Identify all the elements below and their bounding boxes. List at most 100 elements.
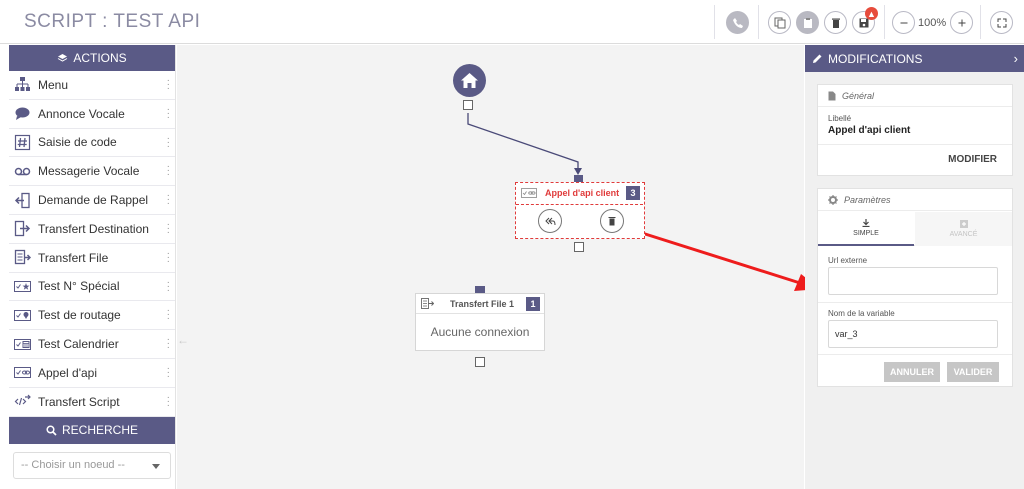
general-card: Général Libellé Appel d'api client MODIF… [817,84,1013,176]
tab-advanced[interactable]: AVANCÉ [915,212,1012,246]
sidebar-item-label: Transfert Destination [38,221,149,236]
input-port[interactable] [574,175,583,182]
drag-handle-icon[interactable]: · · · [167,104,170,122]
drag-handle-icon[interactable]: · · · [167,133,170,151]
reply-button[interactable] [538,209,562,233]
drag-handle-icon[interactable]: · · · [167,363,170,381]
plus-square-icon [959,220,968,228]
modifications-panel: MODIFICATIONS › Général Libellé Appel d'… [805,45,1024,489]
node-title: Transfert File 1 [450,298,515,309]
drag-handle-icon[interactable]: · · · [167,392,170,410]
search-icon [46,425,57,436]
drag-handle-icon[interactable]: · · · [167,335,170,353]
node-select[interactable]: -- Choisir un noeud -- [13,451,171,479]
node-select-placeholder: -- Choisir un noeud -- [21,459,125,472]
node-appel-api[interactable]: Appel d'api client 3 [515,182,645,239]
test-pin-icon [12,306,32,324]
cancel-button[interactable]: ANNULER [884,362,940,382]
input-port[interactable] [475,286,485,293]
transfer-file-icon [12,249,32,267]
output-port[interactable] [574,242,584,252]
test-calendar-icon [12,335,32,353]
paste-button[interactable] [796,11,819,34]
tab-simple[interactable]: SIMPLE [818,212,914,246]
sidebar-item-label: Test N° Spécial [38,279,120,294]
delete-button[interactable] [824,11,847,34]
sidebar-item-demande-rappel[interactable]: Demande de Rappel · · · [9,186,175,215]
home-node[interactable] [453,64,486,97]
copy-button[interactable] [768,11,791,34]
toolbar-divider [884,5,885,39]
test-link-icon [521,188,537,198]
drag-handle-icon[interactable]: · · · [167,277,170,295]
label-caption: Libellé [828,114,852,123]
sidebar-item-transfert-file[interactable]: Transfert File · · · [9,244,175,273]
node-body: Aucune connexion [430,325,530,339]
sidebar-item-label: Demande de Rappel [38,193,149,208]
drag-handle-icon[interactable]: · · · [167,191,170,209]
sidebar-item-menu[interactable]: Menu · · · [9,71,175,100]
call-button[interactable] [726,11,749,34]
sidebar-item-test-routage[interactable]: Test de routage · · · [9,301,175,331]
variable-label: Nom de la variable [828,309,895,318]
variable-input[interactable]: var_3 [828,320,998,348]
sidebar-item-label: Saisie de code [38,135,117,150]
sidebar-item-label: Transfert File [38,250,109,265]
app-root: SCRIPT : TEST API ▲ 100% ACTIONS Menu · … [0,0,1024,489]
copy-icon [774,17,785,28]
test-link-icon [12,364,32,382]
node-number: 3 [626,186,640,200]
chevron-right-icon[interactable]: › [1014,51,1018,66]
drag-handle-icon[interactable]: · · · [167,76,170,94]
sidebar-item-saisie-code[interactable]: Saisie de code · · · [9,129,175,158]
trash-icon [608,217,616,226]
node-delete-button[interactable] [600,209,624,233]
sidebar-item-test-special[interactable]: Test N° Spécial · · · [9,273,175,302]
transfer-exit-icon [12,220,32,238]
search-header: RECHERCHE [9,416,175,444]
parameters-card: Paramètres SIMPLE AVANCÉ Url externe Nom… [817,188,1013,387]
parameters-title: Paramètres [844,194,891,205]
actions-sidebar: ACTIONS Menu · · · Annonce Vocale · · · Sais… [9,45,176,489]
drag-handle-icon[interactable]: · · · [167,219,170,237]
sidebar-item-annonce-vocale[interactable]: Annonce Vocale · · · [9,100,175,129]
url-input[interactable] [828,267,998,295]
drag-handle-icon[interactable]: · · · [167,306,170,324]
layers-icon [58,53,68,62]
zoom-in-button[interactable] [950,11,973,34]
fullscreen-button[interactable] [990,11,1013,34]
document-icon [828,91,836,100]
zoom-out-button[interactable] [892,11,915,34]
arrow-left-icon[interactable]: ← [177,333,189,347]
sidebar-item-test-calendrier[interactable]: Test Calendrier · · · [9,330,175,359]
sidebar-item-label: Transfert Script [38,394,120,409]
url-label: Url externe [828,256,868,265]
node-header: Appel d'api client 3 [516,183,644,203]
drag-handle-icon[interactable]: · · · [167,248,170,266]
sidebar-item-transfert-destination[interactable]: Transfert Destination · · · [9,215,175,244]
sidebar-item-messagerie-vocale[interactable]: Messagerie Vocale · · · [9,157,175,187]
home-icon [461,73,478,88]
zoom-level: 100% [918,17,947,29]
output-port[interactable] [475,357,485,367]
output-port[interactable] [463,100,473,110]
phone-icon [732,17,743,28]
sidebar-item-transfert-script[interactable]: Transfert Script · · · [9,388,175,417]
card-divider [818,144,1012,145]
parameters-card-header: Paramètres [818,189,1012,211]
speech-bubble-icon [12,105,32,123]
voicemail-icon [12,162,32,180]
sidebar-item-appel-api[interactable]: Appel d'api · · · [9,359,175,388]
validate-button[interactable]: VALIDER [947,362,999,382]
modify-button[interactable]: MODIFIER [948,154,997,165]
general-card-header: Général [818,85,1012,107]
minus-icon [900,22,907,23]
warning-badge-icon: ▲ [865,7,878,20]
drag-handle-icon[interactable]: · · · [167,162,170,180]
hash-icon [12,133,32,151]
node-transfert-file[interactable]: Transfert File 1 1 Aucune connexion [415,293,545,351]
pencil-icon [813,54,822,63]
sidebar-item-label: Annonce Vocale [38,106,125,121]
sidebar-item-label: Messagerie Vocale [38,164,140,179]
flow-canvas[interactable] [177,45,804,489]
